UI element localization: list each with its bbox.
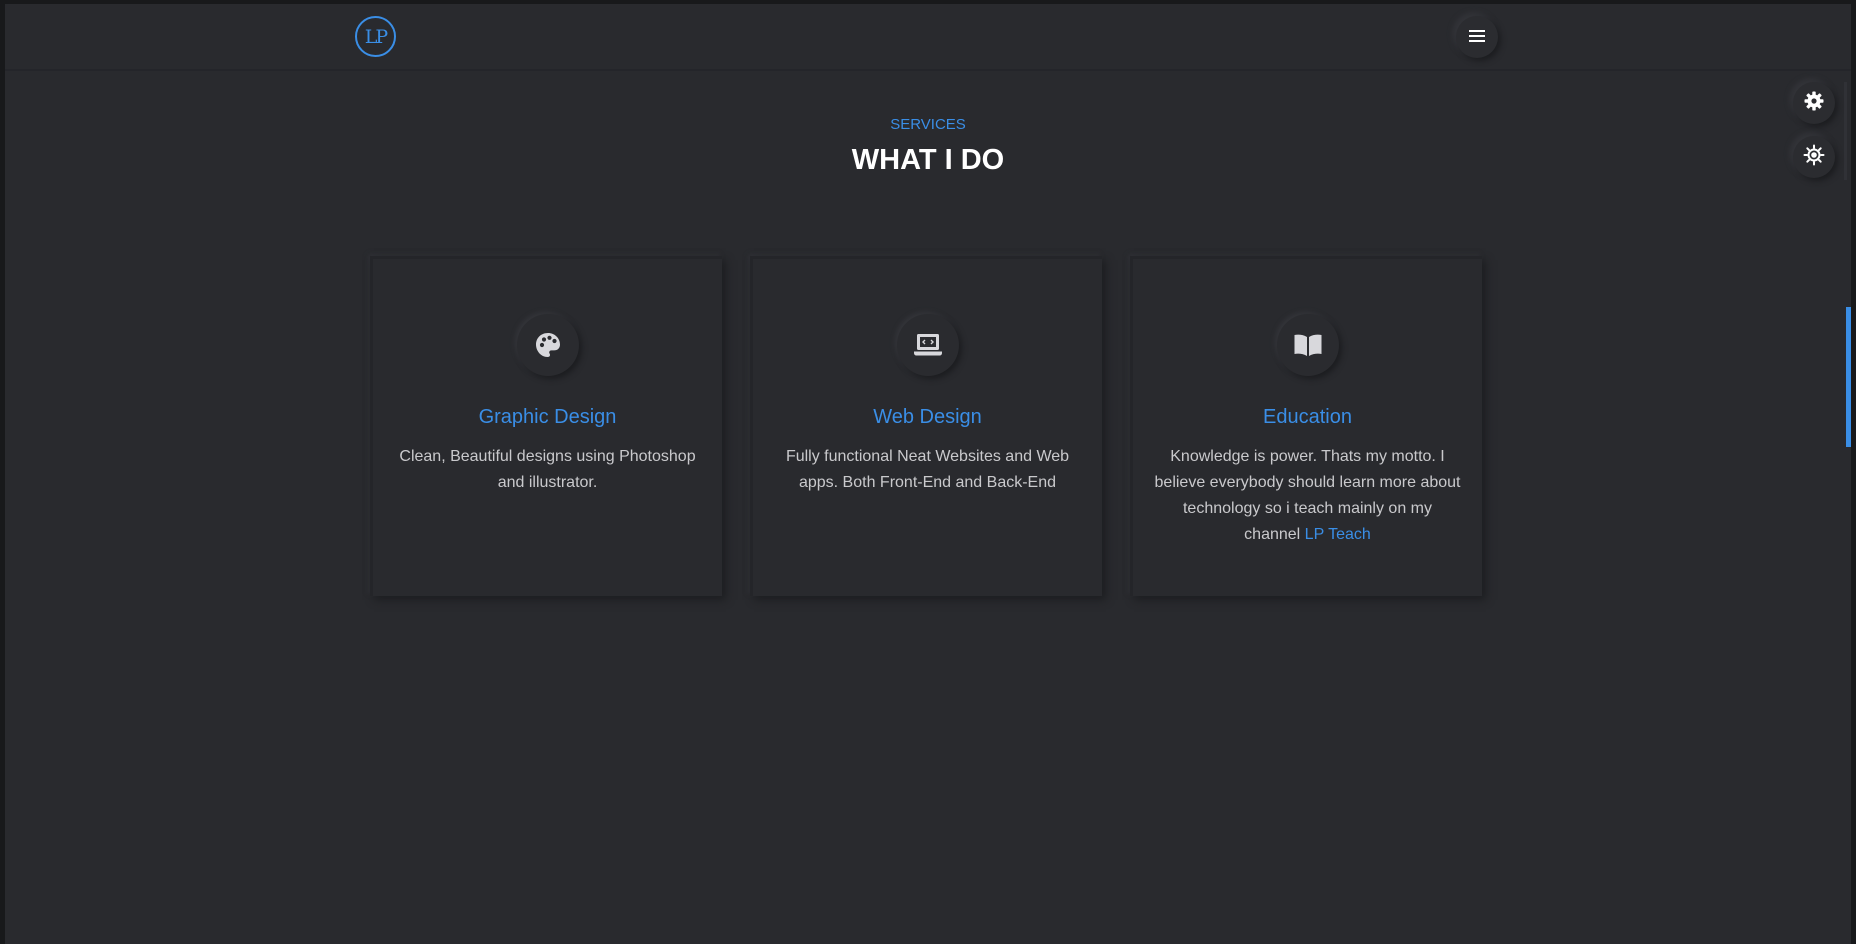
- service-card-education: Education Knowledge is power. Thats my m…: [1130, 256, 1482, 596]
- lp-teach-link[interactable]: LP Teach: [1305, 526, 1371, 543]
- service-card-graphic-design: Graphic Design Clean, Beautiful designs …: [370, 256, 722, 596]
- scrollbar-thumb[interactable]: [1846, 307, 1851, 447]
- page-frame: LP SERVICES WHAT I DO Graphic Design Cle…: [5, 4, 1851, 944]
- section-title: WHAT I DO: [851, 144, 1005, 176]
- services-cards: Graphic Design Clean, Beautiful designs …: [370, 256, 1482, 596]
- card-description: Clean, Beautiful designs using Photoshop…: [399, 448, 696, 491]
- card-title: Education: [1263, 406, 1352, 428]
- book-open-icon: [1276, 314, 1339, 376]
- card-title: Graphic Design: [478, 406, 617, 428]
- service-card-web-design: Web Design Fully functional Neat Website…: [750, 256, 1102, 596]
- gear-icon: [1804, 91, 1824, 115]
- laptop-code-icon: [896, 314, 959, 376]
- card-description: Fully functional Neat Websites and Web a…: [785, 448, 1070, 491]
- site-header: LP: [5, 4, 1851, 71]
- hamburger-icon: [1469, 28, 1485, 47]
- card-title: Web Design: [873, 406, 982, 428]
- palette-icon: [516, 314, 579, 376]
- card-description: Knowledge is power. Thats my motto. I be…: [1153, 444, 1462, 548]
- menu-button[interactable]: [1456, 16, 1498, 58]
- logo[interactable]: LP: [355, 16, 396, 57]
- section-subtitle: SERVICES: [890, 116, 966, 133]
